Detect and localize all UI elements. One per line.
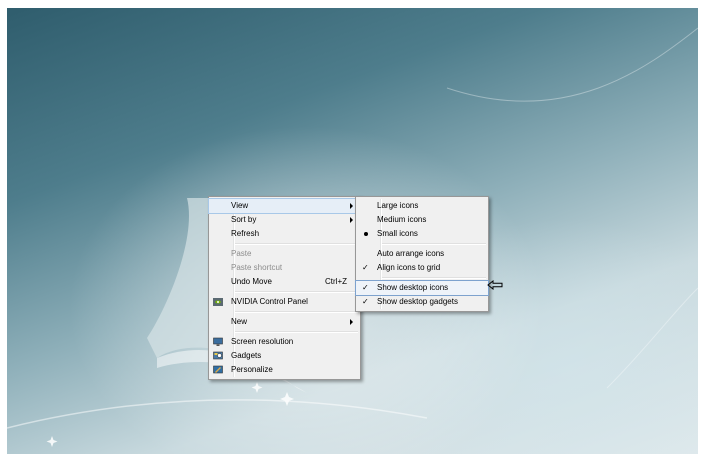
left-arrow-icon <box>487 280 503 290</box>
menu-item-undo-move[interactable]: Undo Move Ctrl+Z <box>209 275 360 289</box>
view-item-show-desktop-icons-label: Show desktop icons <box>377 283 449 292</box>
view-item-medium-icons[interactable]: Medium icons <box>356 213 488 227</box>
menu-item-new-label: New <box>231 317 248 326</box>
view-item-large-icons[interactable]: Large icons <box>356 199 488 213</box>
checkmark-icon: ✓ <box>362 297 369 306</box>
menu-item-sort-by[interactable]: Sort by <box>209 213 360 227</box>
menu-item-screen-resolution[interactable]: Screen resolution <box>209 335 360 349</box>
menu-item-refresh[interactable]: Refresh <box>209 227 360 241</box>
view-item-small-icons[interactable]: Small icons <box>356 227 488 241</box>
menu-item-personalize[interactable]: Personalize <box>209 363 360 377</box>
view-item-large-icons-label: Large icons <box>377 201 419 210</box>
view-submenu: Large icons Medium icons Small icons Aut… <box>355 196 489 312</box>
view-item-show-desktop-icons[interactable]: ✓ Show desktop icons <box>355 280 489 296</box>
menu-item-paste-shortcut-label: Paste shortcut <box>231 263 283 272</box>
menu-item-undo-move-label: Undo Move <box>231 277 272 286</box>
menu-item-paste-shortcut[interactable]: Paste shortcut <box>209 261 360 275</box>
menu-separator <box>382 277 486 279</box>
menu-item-refresh-label: Refresh <box>231 229 260 238</box>
keyboard-shortcut: Ctrl+Z <box>325 277 347 286</box>
radio-bullet-icon <box>364 232 368 236</box>
monitor-icon <box>213 337 223 346</box>
checkmark-icon: ✓ <box>362 283 369 292</box>
menu-item-screen-resolution-label: Screen resolution <box>231 337 294 346</box>
desktop-context-menu: View Sort by Refresh Paste Paste shortcu… <box>208 196 361 380</box>
view-item-medium-icons-label: Medium icons <box>377 215 427 224</box>
menu-item-view-label: View <box>231 201 249 210</box>
submenu-arrow-icon <box>350 217 353 223</box>
view-item-auto-arrange-icons[interactable]: Auto arrange icons <box>356 247 488 261</box>
menu-item-gadgets-label: Gadgets <box>231 351 262 360</box>
view-item-auto-arrange-label: Auto arrange icons <box>377 249 445 258</box>
personalize-icon <box>213 365 223 374</box>
view-item-align-icons-to-grid[interactable]: ✓ Align icons to grid <box>356 261 488 275</box>
menu-separator <box>235 331 358 333</box>
menu-item-gadgets[interactable]: Gadgets <box>209 349 360 363</box>
view-item-show-desktop-gadgets[interactable]: ✓ Show desktop gadgets <box>356 295 488 309</box>
menu-item-nvidia-label: NVIDIA Control Panel <box>231 297 308 306</box>
gadgets-icon <box>213 351 223 360</box>
menu-item-paste-label: Paste <box>231 249 252 258</box>
menu-separator <box>235 243 358 245</box>
submenu-arrow-icon <box>350 203 353 209</box>
menu-separator <box>235 291 358 293</box>
menu-item-personalize-label: Personalize <box>231 365 273 374</box>
view-item-align-to-grid-label: Align icons to grid <box>377 263 441 272</box>
menu-item-new[interactable]: New <box>209 315 360 329</box>
menu-separator <box>382 243 486 245</box>
view-item-small-icons-label: Small icons <box>377 229 418 238</box>
nvidia-icon <box>213 298 223 306</box>
menu-separator <box>235 311 358 313</box>
menu-item-nvidia-control-panel[interactable]: NVIDIA Control Panel <box>209 295 360 309</box>
menu-item-view[interactable]: View <box>208 198 361 214</box>
checkmark-icon: ✓ <box>362 263 369 272</box>
menu-item-sort-by-label: Sort by <box>231 215 257 224</box>
submenu-arrow-icon <box>350 319 353 325</box>
view-item-show-desktop-gadgets-label: Show desktop gadgets <box>377 297 458 306</box>
menu-item-paste[interactable]: Paste <box>209 247 360 261</box>
